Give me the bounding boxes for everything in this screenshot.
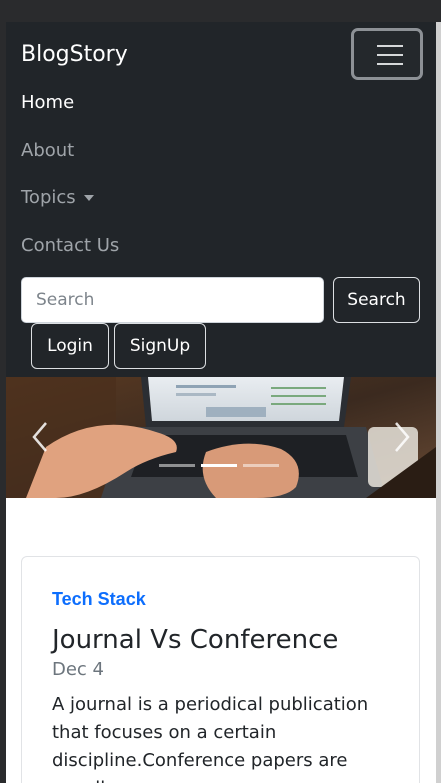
device-frame: BlogStory Home About Topics Contact Us S… bbox=[0, 0, 441, 783]
carousel-next-button[interactable] bbox=[386, 417, 416, 457]
carousel-indicator[interactable] bbox=[159, 464, 195, 467]
caret-down-icon bbox=[83, 195, 94, 201]
carousel-indicator-active[interactable] bbox=[201, 464, 237, 467]
navbar-toggler-button[interactable] bbox=[351, 28, 423, 80]
search-input[interactable] bbox=[21, 277, 324, 323]
laptop-typing-photo bbox=[6, 377, 436, 498]
nav-link-about[interactable]: About bbox=[21, 140, 74, 161]
search-button[interactable]: Search bbox=[333, 277, 420, 323]
hamburger-icon bbox=[377, 45, 403, 47]
nav-link-topics-label: Topics bbox=[21, 187, 76, 208]
hamburger-icon-bar bbox=[377, 54, 403, 56]
post-excerpt: A journal is a periodical publication th… bbox=[52, 694, 369, 783]
nav-link-home[interactable]: Home bbox=[21, 92, 74, 113]
brand-logo[interactable]: BlogStory bbox=[21, 42, 128, 67]
hamburger-icon-bar bbox=[377, 63, 403, 65]
post-date: Dec 4 bbox=[52, 659, 105, 680]
signup-button[interactable]: SignUp bbox=[114, 323, 206, 369]
navbar: BlogStory Home About Topics Contact Us S… bbox=[6, 22, 436, 377]
chevron-right-icon bbox=[395, 422, 410, 452]
carousel-indicator[interactable] bbox=[243, 464, 279, 467]
hero-carousel bbox=[6, 377, 436, 498]
carousel-indicators bbox=[159, 464, 279, 467]
carousel-prev-button[interactable] bbox=[26, 417, 56, 457]
nav-link-contact[interactable]: Contact Us bbox=[21, 235, 119, 256]
scrollbar[interactable] bbox=[436, 22, 441, 783]
login-button[interactable]: Login bbox=[31, 323, 109, 369]
page-viewport: BlogStory Home About Topics Contact Us S… bbox=[6, 22, 436, 783]
post-title[interactable]: Journal Vs Conference bbox=[52, 625, 338, 655]
nav-link-topics[interactable]: Topics bbox=[21, 187, 94, 208]
chevron-left-icon bbox=[32, 422, 47, 452]
post-category-link[interactable]: Tech Stack bbox=[52, 589, 146, 610]
post-card: Tech Stack Journal Vs Conference Dec 4 A… bbox=[21, 556, 420, 783]
